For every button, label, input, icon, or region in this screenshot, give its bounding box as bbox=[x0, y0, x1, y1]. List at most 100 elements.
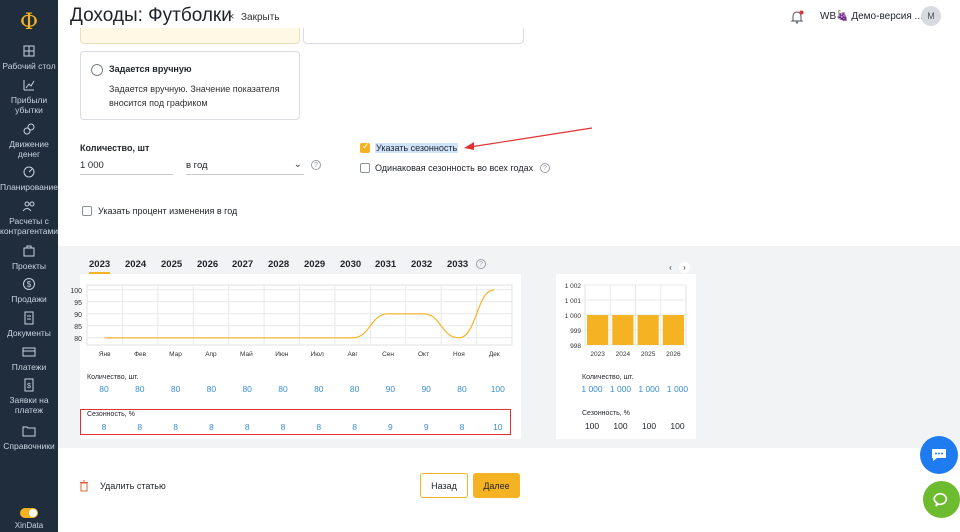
y-tick-label: 85 bbox=[74, 324, 82, 331]
yearly-qty-cell[interactable]: 1 000 bbox=[663, 384, 693, 394]
tab-2025[interactable]: 2025 bbox=[161, 259, 182, 270]
folder-icon bbox=[22, 424, 36, 438]
qty-cell[interactable]: 90 bbox=[411, 384, 441, 394]
qty-cell[interactable]: 80 bbox=[447, 384, 477, 394]
sidebar-item-contractors[interactable]: Расчеты с контрагентами bbox=[0, 199, 58, 236]
sidebar-item-requests[interactable]: $ Заявки на платеж bbox=[0, 378, 58, 415]
yearly-season-cell[interactable]: 100 bbox=[606, 421, 636, 431]
qty-cell[interactable]: 80 bbox=[232, 384, 262, 394]
sidebar-item-sales[interactable]: $ Продажи bbox=[0, 277, 58, 304]
projects-icon bbox=[22, 244, 36, 258]
bar bbox=[662, 315, 684, 345]
svg-text:$: $ bbox=[27, 383, 31, 390]
percent-change-checkbox[interactable] bbox=[82, 206, 92, 216]
cashflow-icon bbox=[22, 122, 36, 136]
sidebar-item-profit[interactable]: Прибыли убытки bbox=[0, 78, 58, 115]
seasonality-checkbox[interactable] bbox=[360, 141, 370, 153]
avatar[interactable]: M bbox=[921, 6, 941, 26]
seasonality-label[interactable]: Указать сезонность bbox=[375, 143, 459, 153]
help-icon[interactable]: ? bbox=[311, 160, 321, 170]
contractors-icon bbox=[22, 199, 36, 213]
y-tick-label: 1 000 bbox=[565, 313, 582, 320]
tab-2027[interactable]: 2027 bbox=[232, 259, 253, 270]
yearly-season-cell[interactable]: 100 bbox=[634, 421, 664, 431]
period-value: в год bbox=[186, 160, 208, 171]
qty-cell[interactable]: 90 bbox=[375, 384, 405, 394]
qty-cell[interactable]: 80 bbox=[304, 384, 334, 394]
support-button[interactable] bbox=[923, 481, 960, 518]
years-help-icon[interactable]: ? bbox=[476, 259, 486, 269]
prev-page-icon[interactable]: ‹ bbox=[665, 262, 676, 273]
manual-option-card[interactable]: Задается вручную Задается вручную. Значе… bbox=[80, 51, 300, 120]
sidebar-item-payments[interactable]: Платежи bbox=[0, 345, 58, 372]
y-tick-label: 999 bbox=[570, 328, 581, 335]
tab-2032[interactable]: 2032 bbox=[411, 259, 432, 270]
sidebar-item-desktop[interactable]: Рабочий стол bbox=[0, 44, 58, 71]
y-tick-label: 998 bbox=[570, 343, 581, 350]
option-field[interactable] bbox=[303, 28, 524, 44]
same-seasonality-help-icon[interactable]: ? bbox=[540, 163, 550, 173]
qty-cell[interactable]: 80 bbox=[340, 384, 370, 394]
tab-2023[interactable]: 2023 bbox=[89, 259, 111, 274]
manual-radio[interactable] bbox=[91, 64, 103, 76]
quantity-label: Количество, шт bbox=[80, 143, 150, 153]
account-switcher[interactable]: WB🍇 Демо-версия ... bbox=[820, 11, 923, 22]
trash-icon[interactable] bbox=[79, 480, 89, 492]
x-tick-label: Май bbox=[240, 350, 253, 358]
next-button[interactable]: Далее bbox=[473, 473, 520, 498]
yearly-qty-cell[interactable]: 1 000 bbox=[577, 384, 607, 394]
qty-cell[interactable]: 80 bbox=[196, 384, 226, 394]
back-button[interactable]: Назад bbox=[420, 473, 468, 498]
delete-item-button[interactable]: Удалить статью bbox=[100, 481, 166, 491]
close-icon[interactable]: × bbox=[228, 11, 234, 23]
yearly-qty-cell[interactable]: 1 000 bbox=[634, 384, 664, 394]
chat-button[interactable] bbox=[920, 436, 958, 474]
yearly-season-cell[interactable]: 100 bbox=[577, 421, 607, 431]
x-tick-label: 2026 bbox=[666, 351, 681, 358]
qty-cell[interactable]: 80 bbox=[268, 384, 298, 394]
sidebar-item-documents[interactable]: Документы bbox=[0, 311, 58, 338]
yearly-qty-cell[interactable]: 1 000 bbox=[606, 384, 636, 394]
percent-change-label[interactable]: Указать процент изменения в год bbox=[98, 206, 237, 216]
monthly-line-chart: 80 85 90 95 100 Янв Фев Мар Апр Май Июн Июл Авг Сен Ок… bbox=[70, 284, 513, 358]
qty-cell[interactable]: 80 bbox=[161, 384, 191, 394]
sidebar-item-planning[interactable]: Планирование bbox=[0, 165, 58, 192]
sidebar-item-cashflow[interactable]: Движение денег bbox=[0, 122, 58, 159]
same-seasonality-checkbox[interactable] bbox=[360, 163, 370, 173]
bell-icon[interactable] bbox=[789, 9, 805, 25]
tab-2031[interactable]: 2031 bbox=[375, 259, 396, 270]
support-chat-icon bbox=[932, 492, 947, 507]
qty-cell[interactable]: 80 bbox=[89, 384, 119, 394]
period-select[interactable]: в год ⌄ bbox=[186, 157, 304, 175]
y-tick-label: 1 002 bbox=[565, 283, 582, 290]
bar bbox=[612, 315, 634, 345]
app-logo[interactable]: Ф bbox=[13, 6, 45, 38]
same-seasonality-label[interactable]: Одинаковая сезонность во всех годах bbox=[375, 163, 533, 173]
tab-2030[interactable]: 2030 bbox=[340, 259, 361, 270]
payments-icon bbox=[22, 345, 36, 359]
monthly-qty-label: Количество, шт. bbox=[87, 374, 139, 381]
documents-icon bbox=[22, 311, 36, 325]
next-page-icon[interactable]: › bbox=[679, 262, 690, 273]
y-tick-label: 100 bbox=[70, 288, 82, 295]
tab-2024[interactable]: 2024 bbox=[125, 259, 146, 270]
tab-2026[interactable]: 2026 bbox=[197, 259, 218, 270]
close-button[interactable]: Закрыть bbox=[241, 12, 280, 23]
sidebar-item-projects[interactable]: Проекты bbox=[0, 244, 58, 271]
tab-2028[interactable]: 2028 bbox=[268, 259, 289, 270]
yearly-season-cell[interactable]: 100 bbox=[663, 421, 693, 431]
sidebar: Ф Рабочий стол Прибыли убытки Движение д… bbox=[0, 0, 58, 532]
tab-2033[interactable]: 2033 bbox=[447, 259, 468, 270]
page-title: Доходы: Футболки bbox=[70, 5, 232, 26]
tab-2029[interactable]: 2029 bbox=[304, 259, 325, 270]
x-tick-label: 2025 bbox=[641, 351, 656, 358]
auto-option-card[interactable] bbox=[80, 28, 300, 44]
quantity-input[interactable]: 1 000 bbox=[80, 157, 173, 175]
x-tick-label: Апр bbox=[205, 351, 217, 358]
qty-cell[interactable]: 80 bbox=[125, 384, 155, 394]
theme-toggle[interactable] bbox=[20, 508, 38, 518]
qty-cell[interactable]: 100 bbox=[483, 384, 513, 394]
x-tick-label: Июн bbox=[275, 351, 289, 358]
x-tick-label: Сен bbox=[382, 351, 394, 358]
sidebar-item-references[interactable]: Справочники bbox=[0, 424, 58, 451]
